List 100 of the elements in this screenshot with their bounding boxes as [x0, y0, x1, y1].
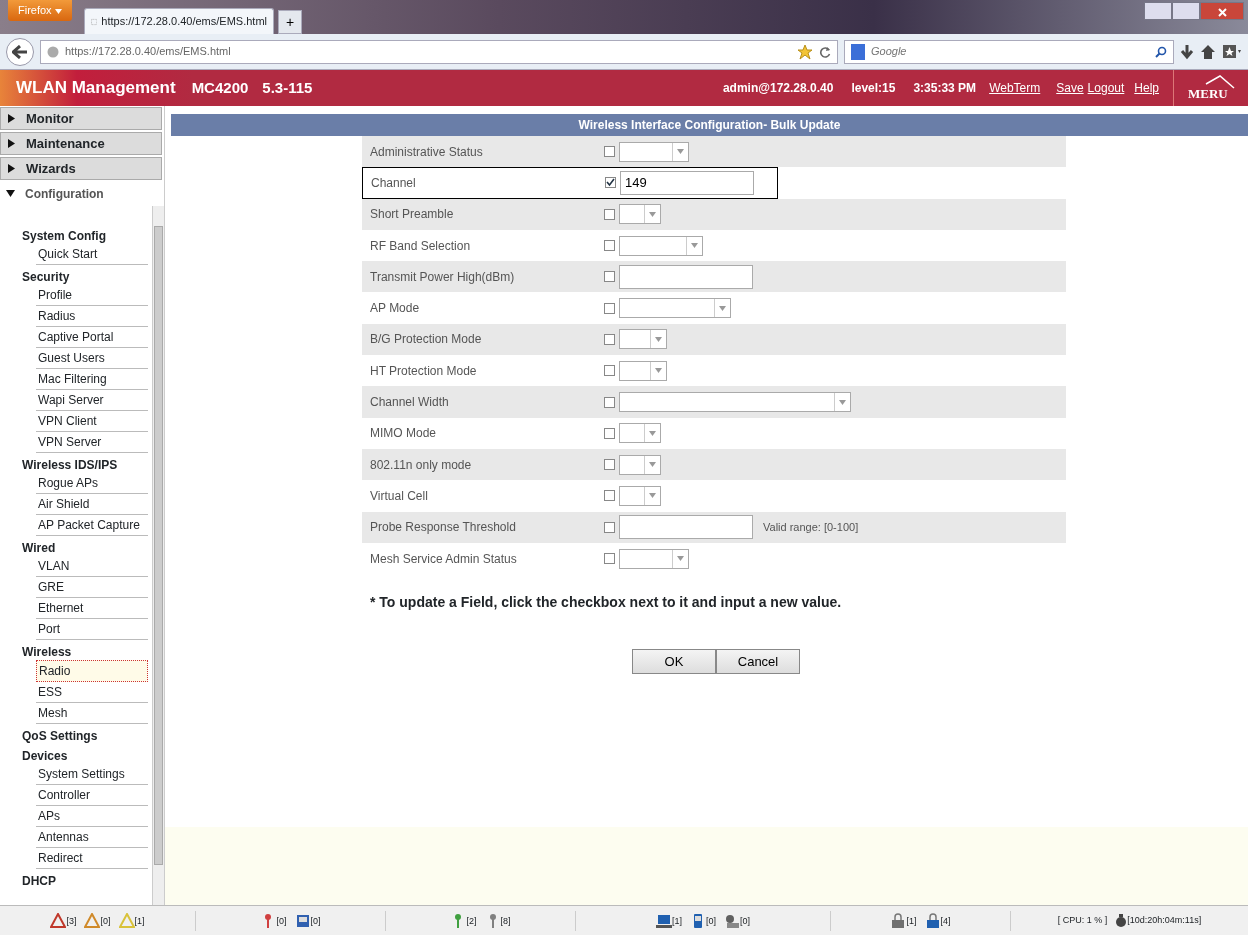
- dropdown[interactable]: [619, 329, 667, 350]
- warning-icon[interactable]: [84, 912, 101, 929]
- dropdown[interactable]: [619, 454, 661, 475]
- star-icon[interactable]: [797, 43, 813, 60]
- caret-down-icon[interactable]: [677, 149, 684, 155]
- checkbox[interactable]: [604, 208, 615, 220]
- warning-icon[interactable]: [50, 912, 67, 929]
- menu-item[interactable]: Radio: [36, 660, 148, 682]
- logout-link[interactable]: Logout: [1087, 79, 1125, 97]
- sidebar-section[interactable]: Monitor: [0, 107, 162, 130]
- checkbox[interactable]: [604, 553, 615, 564]
- menu-item[interactable]: Quick Start: [36, 244, 148, 265]
- checkbox[interactable]: [604, 365, 615, 377]
- maximize-button[interactable]: [1172, 2, 1200, 20]
- caret-down-icon[interactable]: [649, 493, 656, 499]
- menu-item[interactable]: ESS: [36, 682, 148, 703]
- menu-group-heading[interactable]: Wired: [22, 540, 152, 556]
- sidebar-section[interactable]: Wizards: [0, 157, 162, 180]
- caret-down-icon[interactable]: [839, 399, 846, 405]
- menu-item[interactable]: Ethernet: [36, 598, 148, 619]
- menu-item[interactable]: Air Shield: [36, 494, 148, 515]
- home-icon[interactable]: [1200, 43, 1216, 60]
- lock-icon[interactable]: [924, 912, 941, 929]
- caret-down-icon[interactable]: [677, 556, 684, 561]
- sidebar-section[interactable]: Maintenance: [0, 132, 162, 155]
- menu-item[interactable]: Profile: [36, 285, 148, 306]
- menu-group-heading[interactable]: Security: [22, 269, 152, 285]
- close-button[interactable]: [1200, 2, 1244, 20]
- checkbox[interactable]: [604, 521, 615, 533]
- input-field[interactable]: [619, 515, 753, 540]
- input-field[interactable]: 149: [620, 170, 754, 195]
- menu-group-heading[interactable]: Wireless IDS/IPS: [22, 457, 152, 473]
- download-icon[interactable]: [1180, 43, 1194, 60]
- menu-item[interactable]: AP Packet Capture: [36, 515, 148, 536]
- lock-icon[interactable]: [890, 912, 907, 929]
- dropdown[interactable]: [619, 204, 661, 225]
- new-tab-button[interactable]: +: [278, 10, 302, 34]
- menu-item[interactable]: Redirect: [36, 848, 148, 869]
- laptop-icon[interactable]: [655, 912, 672, 929]
- dropdown[interactable]: [619, 548, 689, 569]
- dropdown[interactable]: [619, 235, 703, 256]
- cancel-button[interactable]: Cancel: [716, 649, 800, 675]
- dropdown[interactable]: [619, 423, 661, 444]
- search-bar[interactable]: Google: [844, 39, 1174, 64]
- menu-item[interactable]: GRE: [36, 577, 148, 598]
- menu-item[interactable]: Radius: [36, 306, 148, 327]
- device-icon[interactable]: [294, 912, 311, 929]
- address-bar[interactable]: https://172.28.0.40/ems/EMS.html: [40, 39, 838, 64]
- minimize-button[interactable]: [1144, 2, 1172, 20]
- menu-item[interactable]: Rogue APs: [36, 473, 148, 494]
- ok-button[interactable]: OK: [632, 649, 716, 675]
- menu-item[interactable]: VPN Server: [36, 432, 148, 453]
- checkbox[interactable]: [604, 240, 615, 252]
- menu-item[interactable]: Wapi Server: [36, 390, 148, 411]
- checkbox[interactable]: [604, 302, 615, 314]
- checkbox[interactable]: [604, 396, 615, 408]
- caret-down-icon[interactable]: [655, 368, 662, 374]
- menu-item[interactable]: Port: [36, 619, 148, 640]
- menu-item[interactable]: VLAN: [36, 556, 148, 577]
- caret-down-icon[interactable]: [691, 243, 698, 249]
- bookmarks-icon[interactable]: [1222, 43, 1242, 60]
- dropdown[interactable]: [619, 141, 689, 162]
- reload-icon[interactable]: [819, 45, 831, 58]
- caret-down-icon[interactable]: [719, 305, 726, 311]
- menu-item[interactable]: Antennas: [36, 827, 148, 848]
- checkbox[interactable]: [604, 490, 615, 502]
- caret-down-icon[interactable]: [649, 211, 656, 217]
- caret-down-icon[interactable]: [655, 336, 662, 342]
- menu-item[interactable]: System Settings: [36, 764, 148, 785]
- dropdown[interactable]: [619, 298, 731, 319]
- checkbox[interactable]: [604, 146, 615, 158]
- checkbox[interactable]: [605, 177, 616, 189]
- back-button[interactable]: [6, 37, 34, 66]
- checkbox[interactable]: [604, 333, 615, 345]
- menu-item[interactable]: VPN Client: [36, 411, 148, 432]
- checkbox[interactable]: [604, 427, 615, 439]
- menu-item[interactable]: Mesh: [36, 703, 148, 724]
- menu-group-heading[interactable]: System Config: [22, 228, 152, 244]
- checkbox[interactable]: [604, 459, 615, 471]
- menu-item[interactable]: Controller: [36, 785, 148, 806]
- caret-down-icon[interactable]: [649, 462, 656, 468]
- menu-group-heading[interactable]: Wireless: [22, 644, 152, 660]
- menu-item[interactable]: Captive Portal: [36, 327, 148, 348]
- close-icon[interactable]: [1217, 7, 1227, 17]
- menu-item[interactable]: APs: [36, 806, 148, 827]
- menu-group-heading[interactable]: Devices: [22, 748, 152, 764]
- help-link[interactable]: Help: [1134, 79, 1159, 97]
- checkbox[interactable]: [604, 271, 615, 283]
- search-icon[interactable]: [1155, 45, 1167, 58]
- menu-group-heading[interactable]: QoS Settings: [22, 728, 152, 744]
- dropdown[interactable]: [619, 392, 851, 412]
- dropdown[interactable]: [619, 360, 667, 381]
- save-link[interactable]: Save: [1056, 79, 1084, 97]
- caret-down-icon[interactable]: [649, 430, 656, 436]
- dropdown[interactable]: [619, 485, 661, 506]
- menu-item[interactable]: Mac Filtering: [36, 369, 148, 390]
- webterm-link[interactable]: WebTerm: [989, 79, 1041, 97]
- scrollbar[interactable]: [152, 206, 164, 905]
- menu-group-heading[interactable]: DHCP: [22, 873, 152, 889]
- browser-tab[interactable]: https://172.28.0.40/ems/EMS.html: [84, 8, 274, 34]
